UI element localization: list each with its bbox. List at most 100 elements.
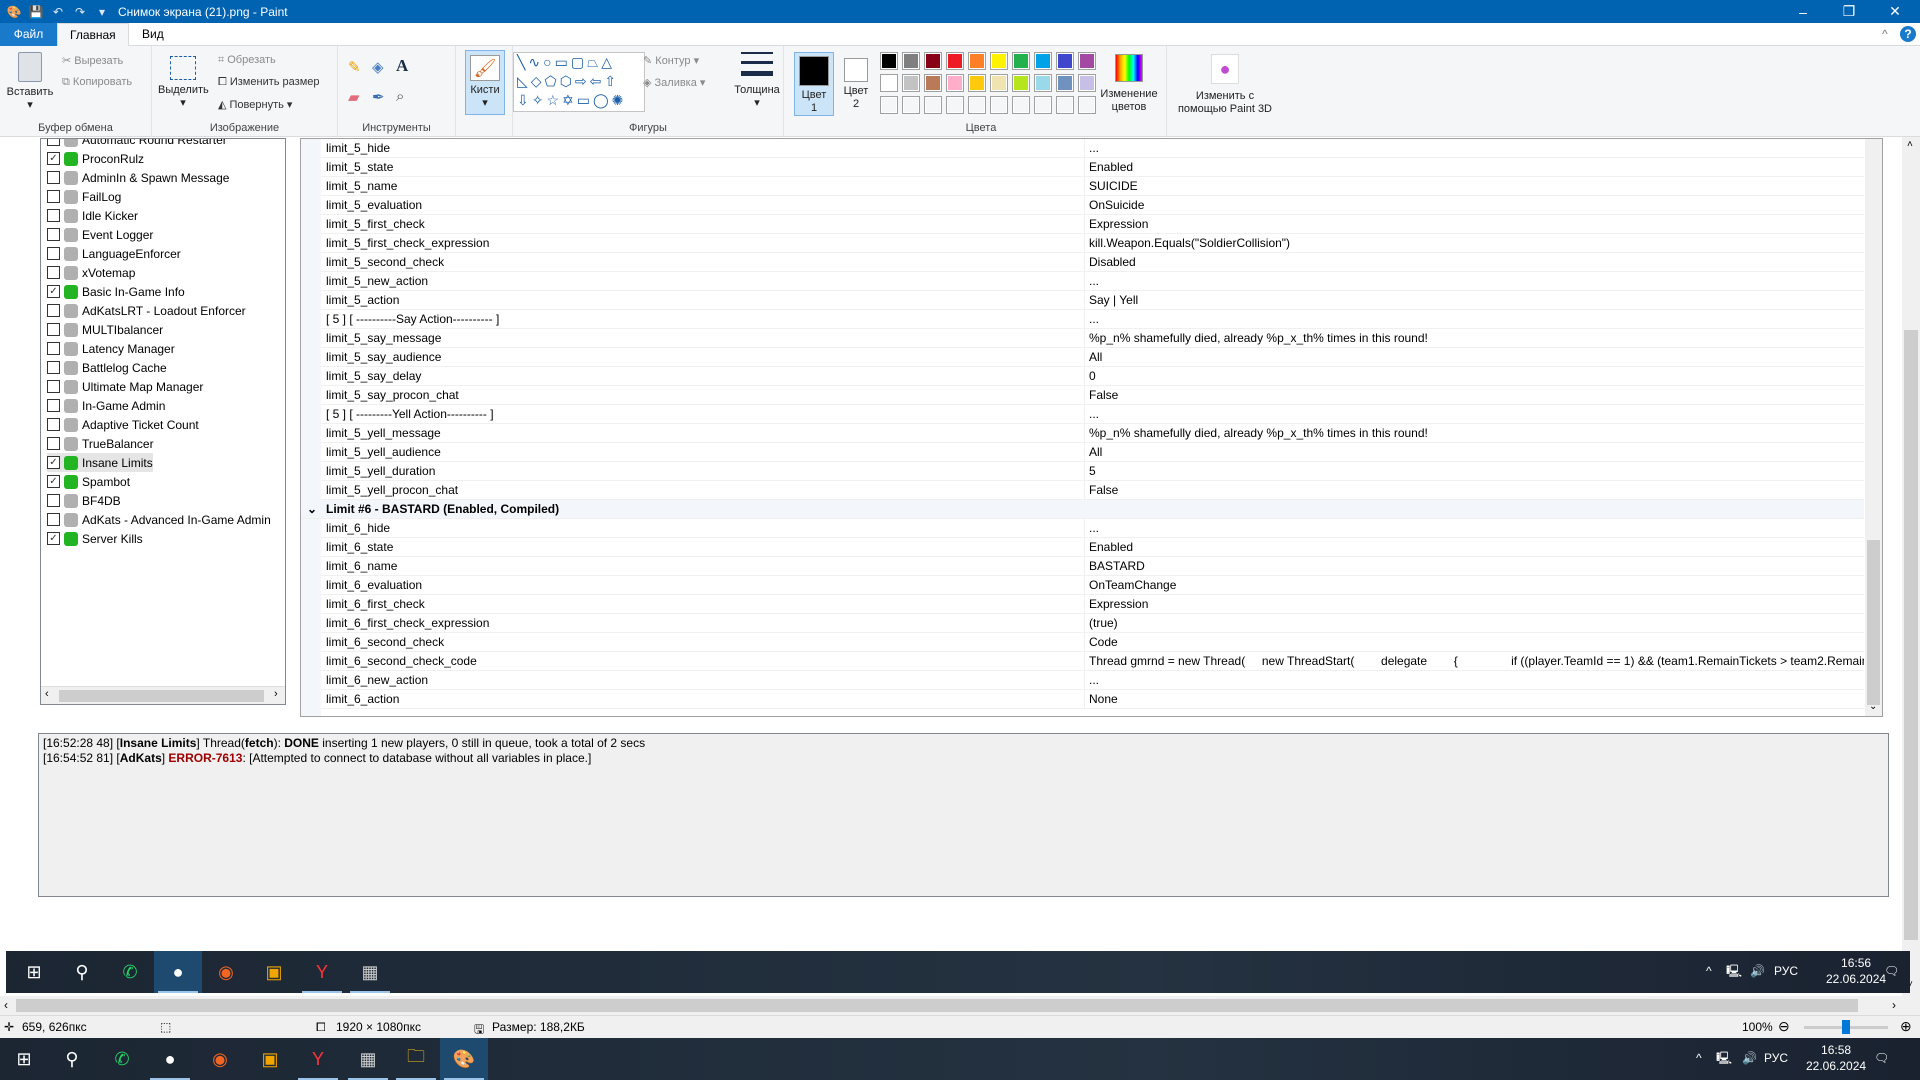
custom-color-slot[interactable] [880, 96, 898, 114]
custom-color-slot[interactable] [1012, 96, 1030, 114]
plugin-checkbox[interactable]: ✓ [47, 475, 60, 488]
property-row[interactable]: limit_5_name SUICIDE [321, 177, 1864, 196]
plugin-item[interactable]: FailLog [47, 187, 121, 206]
plugin-item[interactable]: Automatic Round Restarter [47, 139, 227, 149]
scroll-left-icon[interactable]: ‹ [4, 998, 8, 1012]
property-row[interactable]: limit_6_first_check_expression (true) [321, 614, 1864, 633]
size-button[interactable]: Толщина ▾ [730, 52, 784, 110]
tab-home[interactable]: Главная [57, 23, 129, 47]
plugin-item[interactable]: TrueBalancer [47, 434, 154, 453]
palette-swatch[interactable] [924, 74, 942, 92]
plugin-checkbox[interactable] [47, 190, 60, 203]
tab-file[interactable]: Файл [0, 23, 57, 46]
crop-button[interactable]: ⌗ Обрезать [218, 54, 276, 67]
plugin-item[interactable]: xVotemap [47, 263, 135, 282]
plugin-checkbox[interactable]: ✓ [47, 532, 60, 545]
close-button[interactable]: ✕ [1872, 0, 1918, 23]
property-value[interactable]: ... [1084, 139, 1864, 157]
plugin-checkbox[interactable] [47, 418, 60, 431]
resize-button[interactable]: ⧠ Изменить размер [218, 76, 320, 89]
palette-swatch[interactable] [1034, 74, 1052, 92]
palette-swatch[interactable] [1056, 52, 1074, 70]
plugin-item[interactable]: AdKatsLRT - Loadout Enforcer [47, 301, 246, 320]
fill-bucket-icon[interactable]: ◈ [372, 58, 384, 76]
custom-color-slot[interactable] [1034, 96, 1052, 114]
property-row[interactable]: limit_5_second_check Disabled [321, 253, 1864, 272]
property-value[interactable]: Thread gmrnd = new Thread( new ThreadSta… [1084, 652, 1864, 670]
property-value[interactable]: (true) [1084, 614, 1864, 632]
property-value[interactable]: ... [1084, 519, 1864, 537]
property-row[interactable]: limit_5_yell_duration 5 [321, 462, 1864, 481]
notifications-icon[interactable]: 🗨 [1874, 1050, 1889, 1066]
property-value[interactable]: ... [1084, 405, 1864, 423]
redo-icon[interactable]: ↷ [72, 4, 88, 20]
palette-swatch[interactable] [1012, 52, 1030, 70]
property-value[interactable]: False [1084, 386, 1864, 404]
clock[interactable]: 16:58 22.06.2024 [1806, 1042, 1866, 1074]
property-value[interactable]: Disabled [1084, 253, 1864, 271]
plugin-item[interactable]: ✓ Insane Limits [47, 453, 153, 472]
tab-view[interactable]: Вид [130, 23, 176, 46]
property-row[interactable]: limit_6_name BASTARD [321, 557, 1864, 576]
property-row[interactable]: limit_5_first_check Expression [321, 215, 1864, 234]
search-button[interactable]: ⚲ [48, 1038, 96, 1080]
edit-colors-button[interactable]: Изменение цветов [1096, 52, 1162, 114]
color2-button[interactable]: Цвета Цвет 2 [836, 52, 876, 116]
palette-swatch[interactable] [946, 74, 964, 92]
scroll-thumb[interactable] [59, 690, 264, 702]
property-row[interactable]: limit_5_say_audience All [321, 348, 1864, 367]
procon-icon[interactable]: ● [146, 1038, 194, 1080]
paint-icon[interactable]: 🎨 [440, 1038, 488, 1080]
pencil-icon[interactable]: ✎ [348, 58, 361, 76]
plugin-checkbox[interactable]: ✓ [47, 152, 60, 165]
save-icon[interactable]: 💾 [28, 4, 44, 20]
plugin-checkbox[interactable] [47, 228, 60, 241]
ea-icon[interactable]: ◉ [196, 1038, 244, 1080]
copy-button[interactable]: ⧉ Копировать [62, 76, 132, 89]
property-grid[interactable]: limit_5_hide... limit_5_state Enabled limit… [300, 138, 1883, 717]
maximize-button[interactable]: ❐ [1826, 0, 1872, 23]
plugin-item[interactable]: AdKats - Advanced In-Game Admin [47, 510, 271, 529]
scroll-down-icon[interactable]: ⌄ [1869, 701, 1877, 712]
property-row[interactable]: limit_5_say_delay 0 [321, 367, 1864, 386]
property-row[interactable]: limit_6_new_action... [321, 671, 1864, 690]
property-value[interactable]: OnSuicide [1084, 196, 1864, 214]
property-value[interactable]: Enabled [1084, 158, 1864, 176]
plugin-checkbox[interactable]: ✓ [47, 456, 60, 469]
scroll-up-icon[interactable]: ˄ [1907, 139, 1913, 150]
property-value[interactable]: 0 [1084, 367, 1864, 385]
property-row[interactable]: limit_6_action None [321, 690, 1864, 709]
palette-swatch[interactable] [880, 74, 898, 92]
customize-quick-access-icon[interactable]: ▾ [94, 4, 110, 20]
undo-icon[interactable]: ↶ [50, 4, 66, 20]
property-row[interactable]: limit_5_action Say | Yell [321, 291, 1864, 310]
property-value[interactable]: Enabled [1084, 538, 1864, 556]
plugin-item[interactable]: MULTIbalancer [47, 320, 163, 339]
shapes-gallery[interactable]: ╲∿○▭▢⏢△ ◺◇⬠⬡⇨⇦⇧ ⇩✧☆✡▭◯✺ [513, 52, 645, 112]
property-value[interactable]: ... [1084, 310, 1864, 328]
palette-swatch[interactable] [968, 74, 986, 92]
property-row[interactable]: limit_5_hide... [321, 139, 1864, 158]
plugin-checkbox[interactable]: ✓ [47, 285, 60, 298]
select-button[interactable]: Выделить ▾ [158, 56, 209, 110]
game-icon[interactable]: ▦ [344, 1038, 392, 1080]
property-value[interactable]: %p_n% shamefully died, already %p_x_th% … [1084, 329, 1864, 347]
plugin-item[interactable]: Adaptive Ticket Count [47, 415, 199, 434]
plugin-item[interactable]: ✓ Basic In-Game Info [47, 282, 185, 301]
palette-swatch[interactable] [968, 52, 986, 70]
custom-color-slot[interactable] [990, 96, 1008, 114]
property-row[interactable]: limit_5_yell_audience All [321, 443, 1864, 462]
palette-swatch[interactable] [946, 52, 964, 70]
scroll-left-icon[interactable]: ‹ [45, 688, 49, 700]
custom-color-slot[interactable] [946, 96, 964, 114]
zoom-out-icon[interactable]: ⊖ [1778, 1018, 1790, 1035]
cut-button[interactable]: ✂ Вырезать [62, 54, 123, 67]
plugin-checkbox[interactable] [47, 380, 60, 393]
custom-color-slot[interactable] [1078, 96, 1096, 114]
property-value[interactable]: %p_n% shamefully died, already %p_x_th% … [1084, 424, 1864, 442]
property-value[interactable]: OnTeamChange [1084, 576, 1864, 594]
property-value[interactable]: None [1084, 690, 1864, 708]
help-icon[interactable]: ? [1900, 26, 1916, 42]
property-value[interactable]: Code [1084, 633, 1864, 651]
plugin-item[interactable]: ✓ ProconRulz [47, 149, 144, 168]
